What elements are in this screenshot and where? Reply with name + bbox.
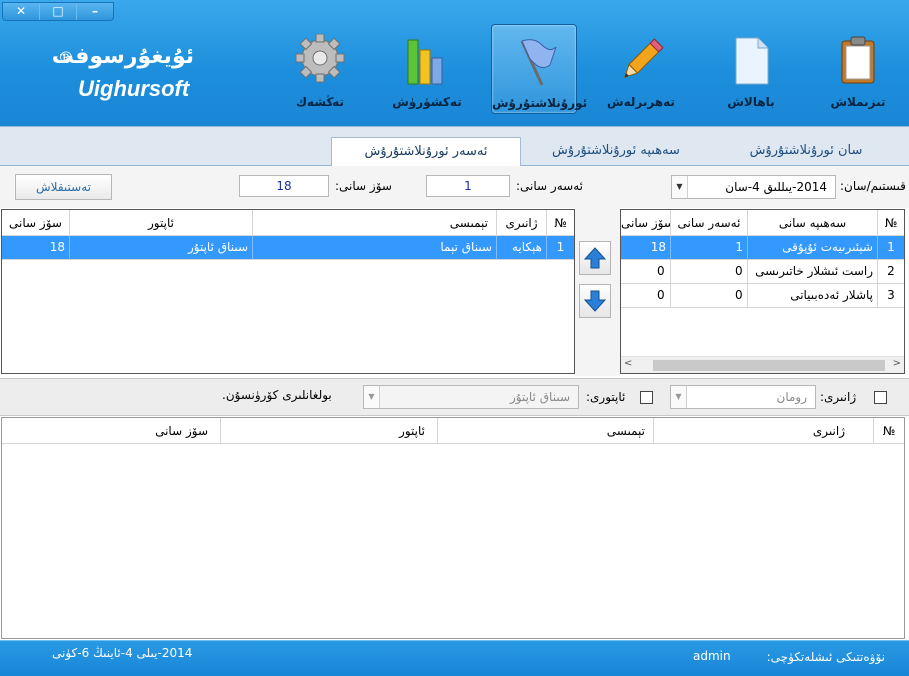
works-grid-header-num: № (547, 210, 574, 236)
author-filter-label: ئاپتورى: (586, 390, 626, 404)
tab-section-arrange[interactable]: سەھىپە ئورۇنلاشتۇرۇش (526, 137, 706, 166)
gear-icon (295, 34, 345, 83)
move-down-button[interactable] (579, 284, 611, 318)
app-header: ✕ □ – ® ئۇيغۇرسوفت Uighursoft تىزىملاش ب… (0, 0, 909, 126)
status-bar: نۆۋەتتىكى ئىشلەتكۈچى: admin 2014-يىلى 4-… (0, 640, 909, 676)
arrow-up-icon (583, 247, 607, 269)
sections-grid-header-num: № (878, 210, 904, 236)
filter-found-text: بولغانلىرى كۆرۈنسۇن. (222, 388, 332, 402)
author-filter-checkbox[interactable] (640, 391, 653, 404)
toolbar-evaluate-label: باھالاش (727, 95, 775, 109)
scrollbar-thumb[interactable] (653, 360, 885, 371)
filter-row: ژانىرى: ▼ رومان ئاپتورى: ▼ سىناق ئاپتۇر … (0, 378, 909, 416)
tab-works-arrange[interactable]: ئەسەر ئورۇنلاشتۇرۇش (331, 137, 521, 166)
toolbar-settings-label: تەڭشەك (296, 95, 344, 109)
scroll-left-icon[interactable]: < (624, 358, 632, 369)
author-filter-value: سىناق ئاپتۇر (509, 390, 570, 404)
issue-label: قىستىم/سان: (840, 179, 906, 193)
toolbar-check-button[interactable]: تەكشۈرۈش (384, 24, 470, 114)
logo-uyghur-text: ئۇيغۇرسوفت (51, 44, 194, 69)
works-count-field: 1 (426, 175, 510, 197)
pool-grid-header-author: ئاپتور (221, 418, 438, 444)
sections-grid-scrollbar[interactable]: < > (621, 356, 904, 373)
works-grid-header-author: ئاپتور (70, 210, 253, 236)
table-row[interactable]: 0 0 پاشلار ئەدەبىياتى 3 (621, 284, 904, 308)
toolbar-arrange-label: ئورۇنلاشتۇرۇش (492, 96, 588, 110)
window-controls: ✕ □ – (2, 2, 114, 21)
toolbar-register-button[interactable]: تىزىملاش (815, 24, 901, 114)
table-row[interactable]: 0 0 راست ئىشلار خاتىرىسى 2 (621, 260, 904, 284)
minimize-button[interactable]: – (77, 3, 113, 20)
sections-grid-header-works: ئەسەر سانى (671, 210, 748, 236)
genre-filter-value: رومان (776, 390, 808, 404)
status-date: 2014-يىلى 4-ئاينىڭ 6-كۈنى (52, 646, 193, 660)
word-count-field: 18 (239, 175, 329, 197)
issue-select[interactable]: ▼ 2014-يىللىق 4-سان (671, 175, 836, 199)
pencil-icon (623, 38, 664, 79)
status-user-value: admin (693, 649, 731, 663)
toolbar-settings-button[interactable]: تەڭشەك (277, 24, 363, 114)
scroll-right-icon[interactable]: > (893, 358, 901, 369)
works-grid-header-topic: تېمىسى (253, 210, 497, 236)
move-up-button[interactable] (579, 241, 611, 275)
toolbar-check-label: تەكشۈرۈش (392, 95, 462, 109)
toolbar-register-label: تىزىملاش (830, 95, 886, 109)
sections-grid: سۆز سانى ئەسەر سانى سەھىپە سانى № 18 1 ش… (620, 209, 905, 374)
bar-chart-icon (407, 39, 443, 85)
genre-filter-select[interactable]: ▼ رومان (670, 385, 816, 409)
toolbar-arrange-button[interactable]: ئورۇنلاشتۇرۇش (491, 24, 588, 114)
sections-grid-header-section: سەھىپە سانى (748, 210, 878, 236)
confirm-button[interactable]: تەستىقلاش (15, 174, 112, 200)
issue-select-value: 2014-يىللىق 4-سان (725, 180, 827, 194)
genre-filter-checkbox[interactable] (874, 391, 887, 404)
logo-english-text: Uighursoft (78, 76, 190, 101)
works-count-label: ئەسەر سانى: (516, 179, 583, 193)
pool-grid-header-num: № (874, 418, 904, 444)
status-user-label: نۆۋەتتىكى ئىشلەتكۈچى: (766, 650, 885, 664)
chevron-down-icon[interactable]: ▼ (672, 176, 688, 198)
issue-toolbar: تەستىقلاش 18 سۆز سانى: 1 ئەسەر سانى: ▼ 2… (0, 166, 909, 208)
works-grid-header-genre: ژانىرى (497, 210, 547, 236)
chevron-down-icon[interactable]: ▼ (671, 386, 687, 408)
table-row[interactable]: 18 1 شېئىرىيەت ئۇپۇقى 1 (621, 236, 904, 260)
pool-grid-header-words: سۆز سانى (2, 418, 221, 444)
arrow-down-icon (583, 290, 607, 312)
genre-filter-label: ژانىرى: (820, 390, 857, 404)
works-grid: سۆز سانى ئاپتور تېمىسى ژانىرى № 18 سىناق… (1, 209, 575, 374)
author-filter-select[interactable]: ▼ سىناق ئاپتۇر (363, 385, 579, 409)
sections-grid-header-words: سۆز سانى (621, 210, 671, 236)
close-button[interactable]: ✕ (3, 3, 40, 20)
toolbar-edit-label: تەھرىرلەش (607, 95, 675, 109)
tab-issue-arrange[interactable]: سان ئورۇنلاشتۇرۇش (726, 137, 886, 166)
table-row[interactable]: 18 سىناق ئاپتۇر سىناق تېما ھېكايە 1 (2, 236, 574, 260)
toolbar-edit-button[interactable]: تەھرىرلەش (598, 24, 684, 114)
flag-icon (520, 39, 557, 86)
chevron-down-icon[interactable]: ▼ (364, 386, 380, 408)
toolbar-evaluate-button[interactable]: باھالاش (708, 24, 794, 114)
pool-grid-header-topic: تېمىسى (438, 418, 654, 444)
tab-strip: سان ئورۇنلاشتۇرۇش سەھىپە ئورۇنلاشتۇرۇش ئ… (0, 126, 909, 166)
word-count-label: سۆز سانى: (335, 179, 392, 193)
works-pool-grid: سۆز سانى ئاپتور تېمىسى ژانىرى № (1, 417, 905, 639)
maximize-button[interactable]: □ (40, 3, 77, 20)
clipboard-icon (841, 36, 875, 84)
move-buttons-panel (575, 208, 620, 376)
works-grid-header-words: سۆز سانى (2, 210, 70, 236)
document-icon (735, 37, 769, 85)
pool-grid-header-genre: ژانىرى (654, 418, 874, 444)
